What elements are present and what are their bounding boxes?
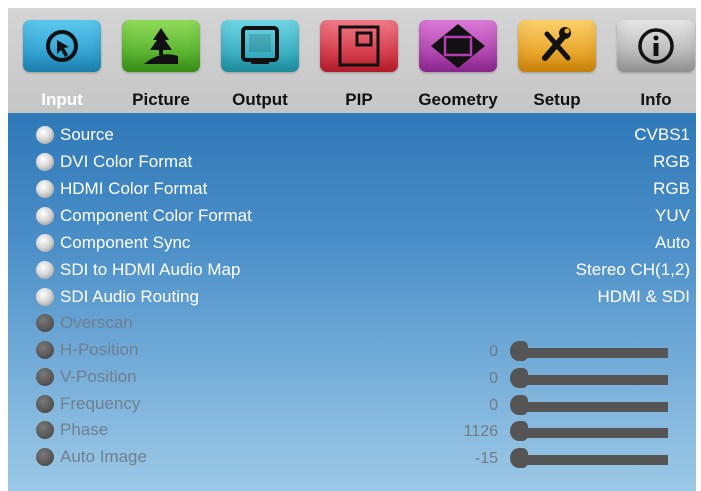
menu-item-h-position: H-Position 0 (8, 338, 696, 364)
slider-knob (510, 448, 528, 468)
menu-item-value: CVBS1 (634, 125, 690, 144)
menu-item-v-position: V-Position 0 (8, 365, 696, 391)
bullet-icon (36, 395, 54, 413)
slider-value: -15 (474, 450, 498, 467)
menu-item-component-sync[interactable]: Component Sync Auto (8, 231, 696, 257)
menu-item-label: Source (60, 125, 114, 144)
tab-geometry[interactable]: Geometry (408, 16, 508, 113)
tab-picture[interactable]: Picture (111, 16, 211, 113)
tab-label: Info (640, 90, 672, 109)
slider-track (518, 348, 668, 358)
osd-menu: Input Picture Output PIP Geometry Setup … (0, 0, 701, 491)
menu-item-component-color-format[interactable]: Component Color Format YUV (8, 204, 696, 230)
tab-label: Geometry (418, 90, 498, 109)
menu-item-value: RGB (653, 179, 690, 198)
menu-item-value: HDMI & SDI (597, 287, 690, 306)
menu-item-label: HDMI Color Format (60, 179, 208, 198)
menu-item-auto-image: Auto Image -15 (8, 445, 696, 471)
bullet-icon (36, 421, 54, 439)
menu-item-value: Stereo CH(1,2) (575, 260, 690, 279)
slider-value: 1126 (463, 423, 498, 440)
output-icon (221, 20, 299, 72)
bullet-icon (36, 207, 54, 225)
menu-item-frequency: Frequency 0 (8, 392, 696, 418)
menu-item-label: H-Position (60, 340, 139, 359)
menu-item-label: Overscan (60, 313, 133, 332)
input-icon (23, 20, 101, 72)
menu-item-value: RGB (653, 152, 690, 171)
bullet-icon (36, 261, 54, 279)
bullet-icon (36, 368, 54, 386)
tab-setup[interactable]: Setup (507, 16, 607, 113)
menu-item-value: YUV (655, 206, 690, 225)
menu-item-value: Auto (655, 233, 690, 252)
geometry-icon (419, 20, 497, 72)
menu-item-label: SDI to HDMI Audio Map (60, 260, 241, 279)
slider-knob (510, 395, 528, 415)
menu-item-label: Component Color Format (60, 206, 252, 225)
setup-icon (518, 20, 596, 72)
slider-knob (510, 341, 528, 361)
tab-input[interactable]: Input (12, 16, 112, 113)
tab-output[interactable]: Output (210, 16, 310, 113)
tab-info[interactable]: Info (606, 16, 701, 113)
menu-item-phase: Phase 1126 (8, 418, 696, 444)
menu-item-sdi-audio-routing[interactable]: SDI Audio Routing HDMI & SDI (8, 285, 696, 311)
pip-icon (320, 20, 398, 72)
tab-label: PIP (345, 90, 373, 109)
bullet-icon (36, 126, 54, 144)
slider-knob (510, 421, 528, 441)
menu-item-label: Frequency (60, 394, 141, 413)
slider-value: 0 (489, 343, 498, 360)
tab-label: Setup (533, 90, 581, 109)
menu-item-label: Phase (60, 420, 109, 439)
tab-label: Input (41, 90, 83, 109)
slider-value: 0 (489, 397, 498, 414)
menu-item-source[interactable]: Source CVBS1 (8, 123, 696, 149)
phase-slider (510, 421, 668, 443)
bullet-icon (36, 448, 54, 466)
tab-pip[interactable]: PIP (309, 16, 409, 113)
menu-item-label: SDI Audio Routing (60, 287, 199, 306)
bullet-icon (36, 180, 54, 198)
slider-track (518, 402, 668, 412)
menu-item-label: Auto Image (60, 447, 147, 466)
menu-item-label: Component Sync (60, 233, 191, 252)
slider-track (518, 428, 668, 438)
slider-value: 0 (489, 370, 498, 387)
bullet-icon (36, 314, 54, 332)
menu-item-dvi-color-format[interactable]: DVI Color Format RGB (8, 150, 696, 176)
menu-item-overscan: Overscan (8, 311, 696, 337)
menu-item-label: V-Position (60, 367, 137, 386)
input-settings-panel: Source CVBS1 DVI Color Format RGB HDMI C… (8, 113, 696, 491)
bullet-icon (36, 234, 54, 252)
v-position-slider (510, 368, 668, 390)
menu-tab-bar: Input Picture Output PIP Geometry Setup … (8, 8, 696, 113)
picture-icon (122, 20, 200, 72)
bullet-icon (36, 153, 54, 171)
tab-label: Output (232, 90, 288, 109)
slider-knob (510, 368, 528, 388)
slider-track (518, 455, 668, 465)
info-icon (617, 20, 695, 72)
frequency-slider (510, 395, 668, 417)
menu-item-sdi-to-hdmi-audio-map[interactable]: SDI to HDMI Audio Map Stereo CH(1,2) (8, 258, 696, 284)
slider-track (518, 375, 668, 385)
menu-item-label: DVI Color Format (60, 152, 193, 171)
tab-label: Picture (132, 90, 190, 109)
bullet-icon (36, 341, 54, 359)
auto-image-slider (510, 448, 668, 470)
bullet-icon (36, 288, 54, 306)
menu-item-hdmi-color-format[interactable]: HDMI Color Format RGB (8, 177, 696, 203)
h-position-slider (510, 341, 668, 363)
